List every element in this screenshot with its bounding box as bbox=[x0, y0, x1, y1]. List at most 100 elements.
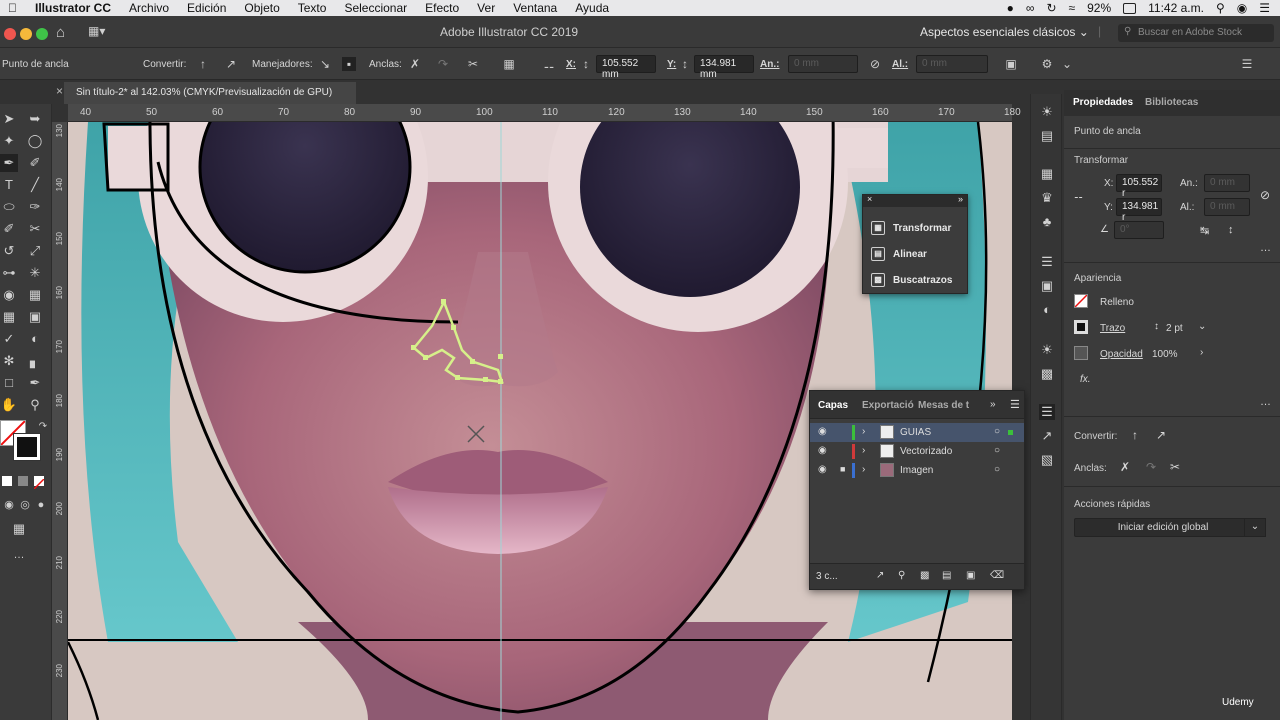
x-stepper-icon[interactable]: ↕ bbox=[579, 57, 593, 71]
export-icon[interactable]: ↗ bbox=[876, 570, 884, 581]
menu-seleccionar[interactable]: Seleccionar bbox=[344, 1, 407, 15]
connect-anchors-icon[interactable]: ↷ bbox=[1146, 460, 1156, 474]
x-field[interactable]: 105.552 r bbox=[1116, 174, 1162, 199]
height-field[interactable]: 0 mm bbox=[916, 55, 988, 73]
symbols-icon[interactable]: ♣ bbox=[1039, 214, 1055, 230]
y-field[interactable]: 134.981 mm bbox=[694, 55, 754, 80]
opacity-value[interactable]: 100% bbox=[1152, 349, 1178, 360]
reference-point-icon[interactable]: ⚋ bbox=[1074, 190, 1083, 201]
layer-row-imagen[interactable]: ◉ ■ › Imagen ○ bbox=[810, 461, 1024, 480]
pen-tool-icon[interactable]: ✒ bbox=[0, 154, 18, 172]
eyedropper-tool-icon[interactable]: ✓ bbox=[0, 330, 18, 348]
line-tool-icon[interactable]: ╱ bbox=[26, 176, 44, 194]
panel-menu-icon[interactable]: ☰ bbox=[1010, 398, 1020, 411]
fill-label[interactable]: Relleno bbox=[1100, 297, 1134, 308]
perspective-grid-tool-icon[interactable]: ▦ bbox=[26, 286, 44, 304]
remove-anchor-icon[interactable]: ✗ bbox=[1120, 460, 1130, 474]
convert-smooth-icon[interactable]: ↗ bbox=[1156, 428, 1166, 442]
tab-exportacion[interactable]: Exportació bbox=[862, 400, 914, 411]
target-icon[interactable]: ○ bbox=[994, 426, 1000, 437]
spotlight-icon[interactable]: ⚲ bbox=[1216, 1, 1225, 15]
type-tool-icon[interactable]: T bbox=[0, 176, 18, 194]
convert-to-corner-icon[interactable]: ↑ bbox=[196, 57, 210, 71]
stroke-swatch[interactable] bbox=[1074, 320, 1088, 334]
layers-icon[interactable]: ☰ bbox=[1039, 404, 1055, 420]
layer-name[interactable]: Imagen bbox=[900, 465, 933, 476]
eye-icon[interactable]: ◉ bbox=[818, 426, 827, 437]
transparency-icon[interactable]: ◐ bbox=[1039, 302, 1055, 318]
menu-texto[interactable]: Texto bbox=[298, 1, 327, 15]
close-panel-icon[interactable]: × bbox=[867, 194, 872, 204]
target-icon[interactable]: ○ bbox=[994, 464, 1000, 475]
more-options-icon[interactable]: … bbox=[1260, 396, 1271, 408]
width-field[interactable]: 0 mm bbox=[1204, 174, 1250, 192]
stroke-value[interactable]: 2 pt bbox=[1166, 323, 1183, 334]
artboards-icon[interactable]: ▧ bbox=[1039, 452, 1055, 468]
flip-vertical-icon[interactable]: ↕ bbox=[1228, 224, 1234, 236]
column-graph-tool-icon[interactable]: ▖ bbox=[26, 352, 44, 370]
panel-item-buscatrazos[interactable]: ▩ Buscatrazos bbox=[871, 273, 952, 287]
vertical-ruler[interactable]: 130 140 150 160 170 180 190 200 210 220 230 bbox=[52, 122, 68, 720]
more-tabs-icon[interactable]: » bbox=[990, 399, 996, 410]
new-layer-icon[interactable]: ▣ bbox=[966, 570, 975, 581]
transform-each-icon[interactable]: ▣ bbox=[1004, 57, 1018, 71]
stroke-swatch[interactable] bbox=[13, 433, 41, 461]
artboard-tool-icon[interactable]: □ bbox=[0, 374, 18, 392]
rotate-tool-icon[interactable]: ↺ bbox=[0, 242, 18, 260]
magic-wand-tool-icon[interactable]: ✦ bbox=[0, 132, 18, 150]
appearance-icon[interactable]: ☀ bbox=[1039, 342, 1055, 358]
puppet-warp-tool-icon[interactable]: ✳ bbox=[26, 264, 44, 282]
target-icon[interactable]: ○ bbox=[994, 445, 1000, 456]
convert-to-smooth-icon[interactable]: ↗ bbox=[224, 57, 238, 71]
layer-name[interactable]: Vectorizado bbox=[900, 446, 952, 457]
width-field[interactable]: 0 mm bbox=[788, 55, 858, 73]
chevron-down-icon[interactable]: ⌄ bbox=[1060, 57, 1074, 71]
chevron-down-icon[interactable]: ⌄ bbox=[1198, 321, 1206, 332]
hand-tool-icon[interactable]: ✋ bbox=[0, 396, 18, 414]
brushes-icon[interactable]: ♛ bbox=[1039, 190, 1055, 206]
eye-icon[interactable]: ◉ bbox=[818, 445, 827, 456]
slice-tool-icon[interactable]: ✒ bbox=[26, 374, 44, 392]
lasso-tool-icon[interactable]: ◯ bbox=[26, 132, 44, 150]
none-mode-icon[interactable] bbox=[33, 476, 45, 490]
floating-panel-titlebar[interactable]: × » bbox=[863, 194, 967, 207]
apple-logo-icon[interactable]:  bbox=[8, 1, 17, 15]
layer-name[interactable]: GUIAS bbox=[900, 427, 931, 438]
gradient-panel-icon[interactable]: ▣ bbox=[1039, 278, 1055, 294]
locate-object-icon[interactable]: ⚲ bbox=[898, 570, 905, 581]
symbol-sprayer-tool-icon[interactable]: ✻ bbox=[0, 352, 18, 370]
flip-horizontal-icon[interactable]: ↹ bbox=[1200, 224, 1209, 237]
new-sublayer-icon[interactable]: ▤ bbox=[942, 570, 951, 581]
y-stepper-icon[interactable]: ↕ bbox=[678, 57, 692, 71]
paintbrush-tool-icon[interactable]: ✑ bbox=[26, 198, 44, 216]
tab-bibliotecas[interactable]: Bibliotecas bbox=[1145, 97, 1198, 108]
show-handles-icon[interactable]: ↘ bbox=[318, 57, 332, 71]
color-guide-icon[interactable]: ▦ bbox=[1039, 166, 1055, 182]
scale-tool-icon[interactable]: ⤢ bbox=[26, 242, 44, 260]
eye-icon[interactable]: ◉ bbox=[818, 464, 827, 475]
lock-icon[interactable]: ■ bbox=[840, 464, 845, 474]
menu-archivo[interactable]: Archivo bbox=[129, 1, 169, 15]
zoom-tool-icon[interactable]: ⚲ bbox=[26, 396, 44, 414]
reference-point-icon[interactable]: ⚋ bbox=[542, 57, 556, 71]
tab-propiedades[interactable]: Propiedades bbox=[1073, 97, 1133, 108]
menu-ayuda[interactable]: Ayuda bbox=[575, 1, 609, 15]
arrange-documents-icon[interactable]: ▦▾ bbox=[88, 24, 105, 38]
stock-search-input[interactable]: Buscar en Adobe Stock bbox=[1118, 24, 1274, 42]
panel-item-transformar[interactable]: ▦ Transformar bbox=[871, 221, 951, 235]
selection-indicator[interactable] bbox=[1008, 430, 1013, 435]
blend-tool-icon[interactable]: ◐ bbox=[26, 330, 44, 348]
home-icon[interactable]: ⌂ bbox=[56, 24, 65, 41]
cut-path-icon[interactable]: ✂ bbox=[466, 57, 480, 71]
stroke-stepper-icon[interactable]: ↕ bbox=[1154, 321, 1159, 332]
expand-arrow-icon[interactable]: › bbox=[862, 426, 865, 437]
expand-arrow-icon[interactable]: › bbox=[862, 464, 865, 475]
curvature-tool-icon[interactable]: ✐ bbox=[26, 154, 44, 172]
menu-edicion[interactable]: Edición bbox=[187, 1, 226, 15]
gradient-tool-icon[interactable]: ▣ bbox=[26, 308, 44, 326]
battery-icon[interactable] bbox=[1123, 2, 1137, 14]
collapse-panel-icon[interactable]: » bbox=[958, 194, 963, 204]
creative-cloud-icon[interactable]: ∞ bbox=[1026, 1, 1035, 15]
horizontal-ruler[interactable]: 40 50 60 70 80 90 100 110 120 130 140 150 160 170 180 bbox=[68, 104, 1021, 122]
constrain-proportions-icon[interactable]: ⊘ bbox=[868, 57, 882, 71]
